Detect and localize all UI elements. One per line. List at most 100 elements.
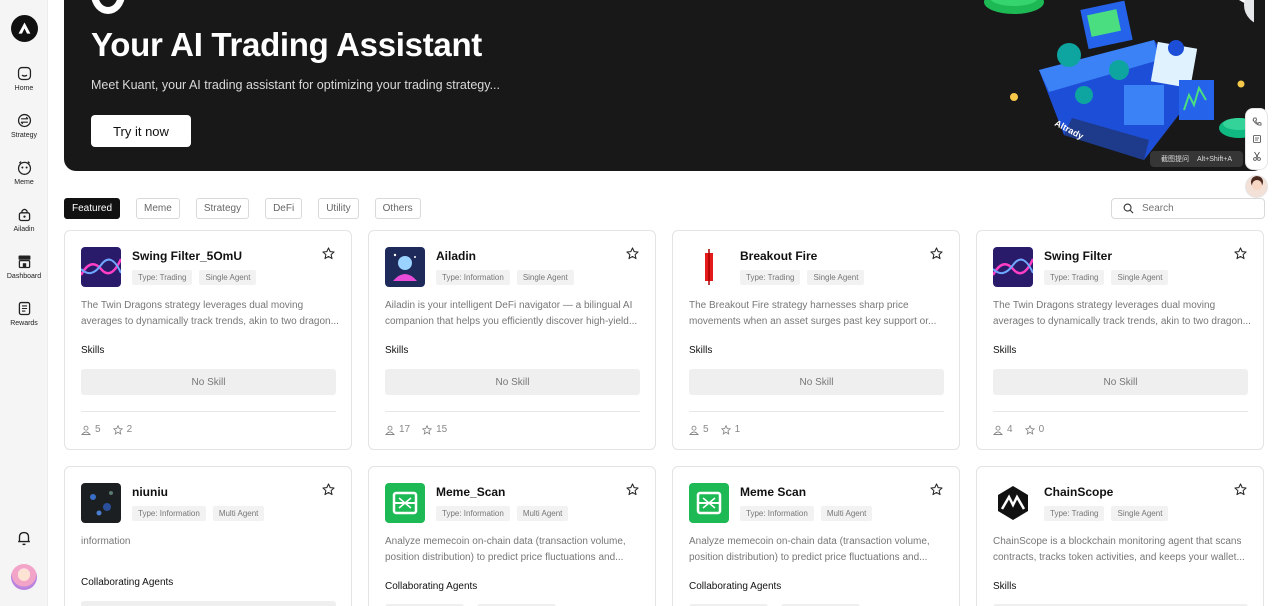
skills-heading: Skills [993,581,1017,592]
agent-type-tag: Type: Trading [1044,270,1105,285]
rewards-icon [18,301,30,316]
filter-utility[interactable]: Utility [318,198,359,219]
agent-type-tag: Type: Information [740,506,814,521]
sidebar-item-strategy[interactable]: Strategy [0,112,48,139]
screenshot-shortcut-hint: 截图提问 Alt+Shift+A [1150,151,1243,167]
collaborating-agents-heading: Collaborating Agents [689,581,782,592]
favorite-star-icon[interactable] [930,247,943,260]
agent-description: The Twin Dragons strategy leverages dual… [993,300,1251,327]
favorite-star-icon[interactable] [1234,247,1247,260]
agent-type-tag: Type: Information [436,270,510,285]
agent-description: information [81,536,131,547]
agent-description: Ailadin is your intelligent DeFi navigat… [385,300,638,327]
agent-description: The Breakout Fire strategy harnesses sha… [689,300,937,327]
sidebar-item-label: Rewards [10,320,38,327]
user-count: 17 [399,424,411,435]
sidebar: Home Strategy Meme Ailadin Dashboard Rew… [0,0,48,606]
shortcut-keys: Alt+Shift+A [1196,155,1233,163]
agent-description: Analyze memecoin on-chain data (transact… [385,536,626,563]
favorite-star-icon[interactable] [930,483,943,496]
agent-thumbnail [993,483,1033,523]
agent-name: Meme_Scan [436,485,506,499]
agent-kind-tag: Single Agent [516,270,574,285]
strategy-icon [17,113,31,128]
home-icon [17,66,31,81]
agent-card[interactable]: Swing Filter_5OmU Type: Trading Single Ag… [64,230,352,450]
filter-meme[interactable]: Meme [136,198,180,219]
agent-name: Meme Scan [740,485,807,499]
agent-kind-tag: Multi Agent [212,506,265,521]
favorite-star-icon[interactable] [626,483,639,496]
agent-card[interactable]: Meme_Scan Type: Information Multi Agent A… [368,466,656,606]
sidebar-item-rewards[interactable]: Rewards [0,300,48,327]
agent-card[interactable]: Meme Scan Type: Information Multi Agent A… [672,466,960,606]
user-icon [81,425,91,435]
agent-kind-tag: Multi Agent [820,506,873,521]
user-icon [385,425,395,435]
assistant-avatar[interactable] [1245,175,1268,198]
agent-name: Swing Filter [1044,249,1113,263]
search-box[interactable] [1111,198,1265,219]
no-skill-placeholder: No Skill [385,369,640,395]
search-input[interactable] [1142,203,1252,214]
agent-card[interactable]: Breakout Fire Type: Trading Single Agent … [672,230,960,450]
star-count: 1 [734,424,741,435]
user-count: 4 [1007,424,1013,435]
skills-heading: Skills [993,345,1017,356]
card-divider [993,411,1248,412]
filter-featured[interactable]: Featured [64,198,121,219]
sidebar-item-dashboard[interactable]: Dashboard [0,253,48,280]
star-count: 2 [126,424,133,435]
agent-card[interactable]: niuniu Type: Information Multi Agent info… [64,466,352,606]
agent-thumbnail [385,247,425,287]
agent-kind-tag: Multi Agent [516,506,569,521]
agent-description: ChainScope is a blockchain monitoring ag… [993,536,1245,563]
sidebar-item-ailadin[interactable]: Ailadin [0,206,48,233]
agent-thumbnail [81,247,121,287]
banner-subtitle: Meet Kuant, your AI trading assistant fo… [91,78,500,92]
meme-icon [17,161,31,175]
agent-description: Analyze memecoin on-chain data (transact… [689,536,930,563]
no-skill-placeholder: No Skill [81,369,336,395]
agent-name: Ailadin [436,249,477,263]
filter-strategy[interactable]: Strategy [195,198,250,219]
phone-icon[interactable] [1252,117,1262,127]
sidebar-item-home[interactable]: Home [0,65,48,92]
collaborating-agents-heading: Collaborating Agents [81,577,174,588]
user-avatar[interactable] [11,564,37,590]
skills-heading: Skills [81,345,105,356]
sidebar-item-meme[interactable]: Meme [0,159,48,186]
sidebar-item-label: Strategy [10,132,38,139]
scissors-icon[interactable] [1252,151,1262,162]
note-icon[interactable] [1252,134,1262,144]
user-icon [993,425,1003,435]
agent-thumbnail [689,247,729,287]
favorite-star-icon[interactable] [626,247,639,260]
sidebar-item-label: Meme [14,179,34,186]
skills-heading: Skills [689,345,713,356]
dashboard-icon [18,255,30,269]
filter-others[interactable]: Others [374,198,421,219]
user-icon [689,425,699,435]
favorite-star-icon[interactable] [322,483,335,496]
card-divider [81,411,336,412]
agent-type-tag: Type: Trading [740,270,801,285]
no-skill-placeholder: No Skill [993,369,1248,395]
agent-card[interactable]: Ailadin Type: Information Single Agent Ai… [368,230,656,450]
sidebar-item-label: Home [14,85,34,92]
favorite-star-icon[interactable] [1234,483,1247,496]
banner-title: Your AI Trading Assistant [91,26,482,63]
agent-card[interactable]: ChainScope Type: Trading Single Agent Cha… [976,466,1264,606]
category-filters: Featured Meme Strategy DeFi Utility Othe… [64,198,421,219]
skills-heading: Skills [385,345,409,356]
app-logo[interactable] [11,15,38,42]
star-count: 0 [1038,424,1045,435]
star-count-icon [422,424,433,435]
filter-defi[interactable]: DeFi [265,198,303,219]
agent-type-tag: Type: Information [436,506,510,521]
favorite-star-icon[interactable] [322,247,335,260]
bell-icon[interactable] [15,529,33,547]
agent-kind-tag: Single Agent [807,270,865,285]
agent-card[interactable]: Swing Filter Type: Trading Single Agent T… [976,230,1264,450]
try-it-now-button[interactable]: Try it now [91,115,191,147]
